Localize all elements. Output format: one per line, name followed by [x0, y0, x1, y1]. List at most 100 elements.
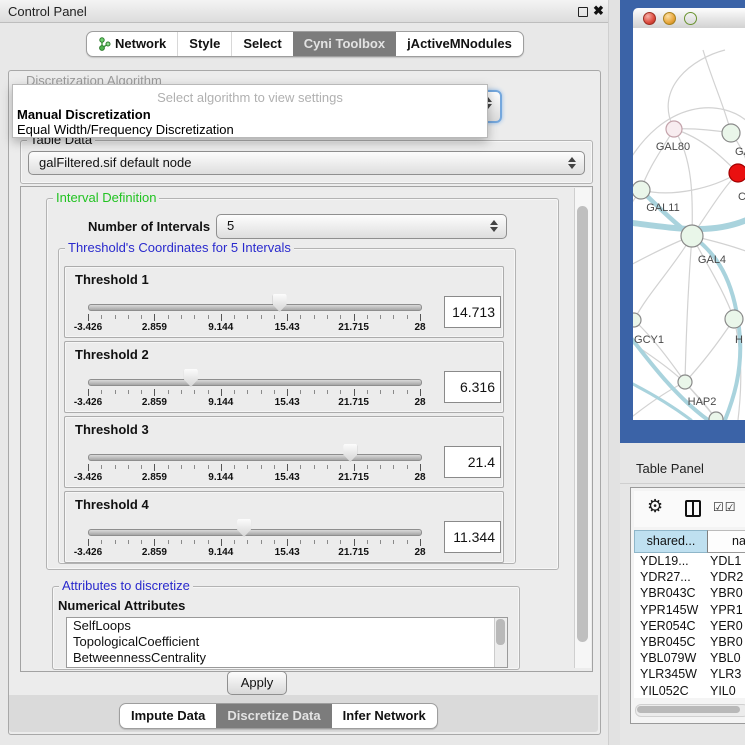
network-node[interactable] — [633, 313, 641, 327]
scale-tick-label: 15.43 — [275, 322, 300, 333]
network-window-titlebar[interactable] — [633, 8, 745, 29]
separator — [620, 483, 745, 484]
tab-impute-label: Impute Data — [131, 704, 205, 728]
slider-track[interactable] — [88, 529, 422, 536]
list-item[interactable]: BetweennessCentrality — [67, 650, 507, 666]
numerical-attributes-list[interactable]: SelfLoopsTopologicalCoefficientBetweenne… — [66, 617, 508, 668]
table-data-combobox[interactable]: galFiltered.sif default node — [28, 151, 585, 175]
combo-arrows-icon — [489, 219, 498, 233]
scrollbar-thumb[interactable] — [496, 619, 505, 645]
mac-close-icon[interactable] — [643, 12, 656, 25]
table-row[interactable]: YIL052CYIL0 — [634, 683, 745, 699]
tab-style-label: Style — [189, 32, 220, 56]
table-row[interactable]: YLR345WYLR3 — [634, 666, 745, 682]
slider-ticks — [88, 389, 420, 397]
table-row[interactable]: YDL19...YDL1 — [634, 553, 745, 569]
dropdown-option-manual[interactable]: Manual Discretization — [13, 107, 487, 122]
slider-ticks — [88, 539, 420, 547]
threshold-panel: Threshold 4 -3.4262.8599.14415.4321.7152… — [64, 491, 504, 563]
number-of-intervals-combobox[interactable]: 5 — [216, 214, 507, 239]
network-graph: GAL80GACGAL11GAL4GCY1HHAP2 — [633, 28, 745, 420]
slider-track[interactable] — [88, 454, 422, 461]
checkbox-icons[interactable]: ☑☑ — [713, 500, 737, 514]
numerical-attributes-label: Numerical Attributes — [58, 598, 185, 613]
threshold-label: Threshold 3 — [75, 422, 149, 437]
scale-tick-label: 2.859 — [142, 472, 167, 483]
column-header-name[interactable]: na — [708, 530, 745, 553]
tab-style[interactable]: Style — [177, 32, 231, 56]
attributes-items: SelfLoopsTopologicalCoefficientBetweenne… — [67, 618, 507, 666]
table-row[interactable]: YDR27...YDR2 — [634, 569, 745, 585]
scale-tick-label: 21.715 — [338, 322, 369, 333]
vertical-scrollbar[interactable] — [574, 188, 591, 668]
table-data-value: galFiltered.sif default node — [39, 152, 191, 174]
gear-icon[interactable]: ⚙ — [647, 496, 663, 517]
slider-track[interactable] — [88, 379, 422, 386]
network-node[interactable] — [709, 412, 723, 420]
network-node[interactable] — [678, 375, 692, 389]
threshold-stack: Threshold 1 -3.4262.8599.14415.4321.7152… — [64, 266, 504, 563]
number-of-intervals-label: Number of Intervals — [88, 219, 210, 234]
list-item[interactable]: SelfLoops — [67, 618, 507, 634]
slider-ticks — [88, 314, 420, 322]
mac-minimize-icon[interactable] — [663, 12, 676, 25]
network-node[interactable] — [666, 121, 682, 137]
dropdown-placeholder-option[interactable]: Select algorithm to view settings — [13, 85, 487, 107]
scale-tick-label: 21.715 — [338, 397, 369, 408]
control-panel-title: Control Panel — [8, 4, 87, 19]
table-row[interactable]: YBR043CYBR0 — [634, 585, 745, 601]
threshold-value-field[interactable]: 21.4 — [444, 446, 501, 478]
scale-tick-label: 28 — [414, 397, 425, 408]
threshold-value-field[interactable]: 11.344 — [444, 521, 501, 553]
thresholds-group-legend: Threshold's Coordinates for 5 Intervals — [65, 241, 294, 255]
control-panel-titlebar: Control Panel ✖ — [0, 0, 608, 23]
attributes-scrollbar[interactable] — [494, 618, 507, 667]
tab-cyni-label: Cyni Toolbox — [304, 32, 385, 56]
network-node[interactable] — [729, 164, 745, 182]
slider-ticks — [88, 464, 420, 472]
apply-button[interactable]: Apply — [227, 671, 287, 695]
column-header-shared[interactable]: shared... — [634, 530, 708, 553]
dropdown-option-equal-width[interactable]: Equal Width/Frequency Discretization — [13, 122, 487, 137]
network-node[interactable] — [681, 225, 703, 247]
node-label: GAL80 — [656, 141, 690, 153]
tab-infer-network[interactable]: Infer Network — [332, 704, 437, 728]
table-row[interactable]: YPR145WYPR1 — [634, 602, 745, 618]
scale-tick-label: 15.43 — [275, 472, 300, 483]
network-node[interactable] — [725, 310, 743, 328]
tab-network[interactable]: Network — [87, 32, 177, 56]
horizontal-scrollbar[interactable] — [635, 704, 745, 717]
table-row[interactable]: YER054CYER0 — [634, 618, 745, 634]
node-label: GA — [735, 146, 745, 158]
table-row[interactable]: YBL079WYBL0 — [634, 650, 745, 666]
network-node[interactable] — [722, 124, 740, 142]
float-window-icon[interactable] — [578, 7, 588, 17]
table-panel-title: Table Panel — [636, 461, 704, 476]
list-item[interactable]: TopologicalCoefficient — [67, 634, 507, 650]
scrollbar-thumb[interactable] — [637, 706, 740, 713]
scrollbar-thumb[interactable] — [577, 206, 588, 642]
node-label: GAL4 — [698, 254, 726, 266]
columns-icon[interactable] — [685, 500, 701, 517]
network-canvas[interactable]: GAL80GACGAL11GAL4GCY1HHAP2 — [633, 28, 745, 420]
mac-zoom-icon[interactable] — [684, 12, 697, 25]
interval-definition-legend: Interval Definition — [53, 191, 159, 205]
table-row[interactable]: YBR045CYBR0 — [634, 634, 745, 650]
close-icon[interactable]: ✖ — [593, 3, 604, 19]
scale-tick-label: 9.144 — [208, 397, 233, 408]
tab-jactivemnodules[interactable]: jActiveMNodules — [396, 32, 523, 56]
threshold-panel: Threshold 2 -3.4262.8599.14415.4321.7152… — [64, 341, 504, 413]
algorithm-dropdown-popup: Select algorithm to view settings Manual… — [12, 84, 488, 138]
network-node[interactable] — [633, 181, 650, 199]
threshold-value-field[interactable]: 14.713 — [444, 296, 501, 328]
scale-tick-label: 2.859 — [142, 397, 167, 408]
scale-tick-label: 2.859 — [142, 322, 167, 333]
node-table: ⚙ ☑☑ shared... na YDL19...YDL1YDR27...YD… — [630, 487, 745, 724]
tab-discretize-data[interactable]: Discretize Data — [216, 704, 331, 728]
threshold-value-field[interactable]: 6.316 — [444, 371, 501, 403]
tab-impute-data[interactable]: Impute Data — [120, 704, 216, 728]
tab-select[interactable]: Select — [231, 32, 292, 56]
slider-track[interactable] — [88, 304, 422, 311]
slider-scale-labels: -3.4262.8599.14415.4321.71528 — [88, 547, 420, 559]
tab-cyni-toolbox[interactable]: Cyni Toolbox — [293, 32, 396, 56]
